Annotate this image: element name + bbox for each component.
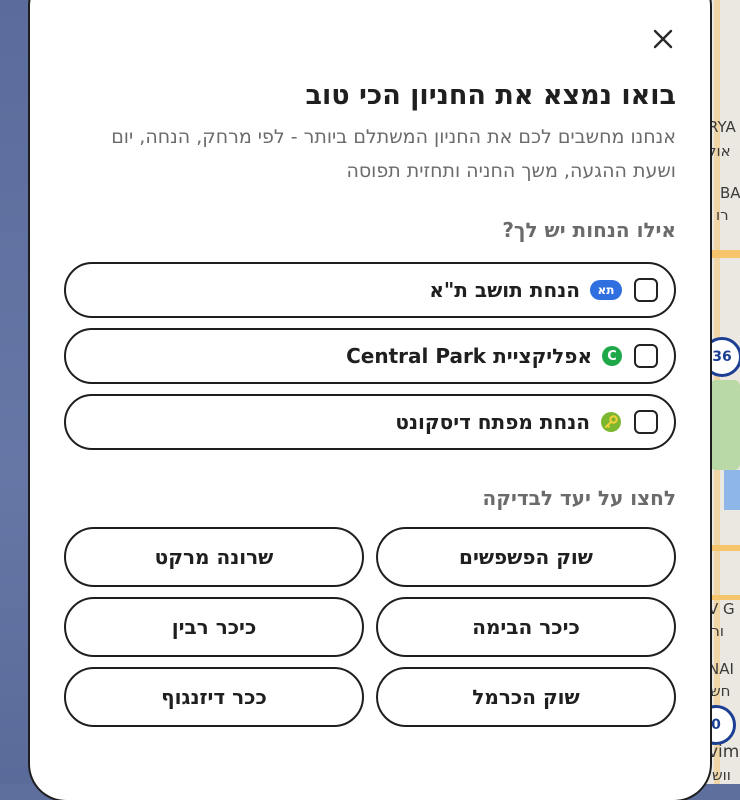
map-label: ורי	[708, 622, 724, 640]
map-background-right: RYA אול BA רו 36 V G ורי NAI חש 0 vim וו…	[706, 0, 740, 784]
map-water	[724, 470, 740, 510]
discount-label: אפליקציית Central Park	[346, 344, 592, 368]
parking-finder-dialog: בואו נמצא את החניון הכי טוב אנחנו מחשבים…	[30, 0, 710, 800]
destination-button-sarona-market[interactable]: שרונה מרקט	[64, 527, 364, 587]
map-label: ווש	[712, 766, 731, 784]
discount-option-discount-key[interactable]: הנחת מפתח דיסקונט	[64, 394, 676, 450]
close-button[interactable]	[652, 28, 674, 50]
map-road	[706, 545, 740, 551]
discounts-section-label: אילו הנחות יש לך?	[502, 218, 676, 242]
map-park	[710, 380, 740, 470]
map-label: אול	[708, 142, 731, 160]
dialog-title: בואו נמצא את החניון הכי טוב	[305, 80, 677, 111]
destination-button-dizengoff-square[interactable]: ככר דיזנגוף	[64, 667, 364, 727]
map-label: NAI	[708, 660, 734, 678]
map-road	[706, 250, 740, 258]
map-background-left	[0, 0, 32, 784]
resident-discount-checkbox[interactable]	[634, 278, 658, 302]
map-label: vim	[708, 742, 740, 762]
close-icon	[653, 29, 673, 49]
map-label: חש	[710, 682, 731, 700]
key-icon	[600, 411, 622, 433]
destination-button-carmel-market[interactable]: שוק הכרמל	[376, 667, 676, 727]
discount-key-checkbox[interactable]	[634, 410, 658, 434]
ta-badge-icon: תא	[590, 280, 622, 300]
map-label: RYA	[708, 118, 736, 136]
discount-label: הנחת מפתח דיסקונט	[395, 410, 590, 434]
destination-button-shuk-hapishpeshim[interactable]: שוק הפשפשים	[376, 527, 676, 587]
central-park-discount-checkbox[interactable]	[634, 344, 658, 368]
destination-button-habima-square[interactable]: כיכר הבימה	[376, 597, 676, 657]
discount-option-central-park[interactable]: C אפליקציית Central Park	[64, 328, 676, 384]
destination-button-rabin-square[interactable]: כיכר רבין	[64, 597, 364, 657]
map-label: BA	[720, 184, 740, 202]
dialog-subtitle: אנחנו מחשבים לכם את החניון המשתלם ביותר …	[111, 126, 676, 182]
destinations-section-label: לחצו על יעד לבדיקה	[482, 486, 676, 510]
map-road-number-badge: 0	[706, 705, 736, 745]
map-label: רו	[716, 206, 729, 224]
map-road-number-badge: 36	[706, 337, 740, 377]
discount-option-resident[interactable]: תא הנחת תושב ת"א	[64, 262, 676, 318]
discount-label: הנחת תושב ת"א	[429, 278, 580, 302]
map-label: V G	[708, 600, 735, 618]
central-park-icon: C	[602, 346, 622, 366]
